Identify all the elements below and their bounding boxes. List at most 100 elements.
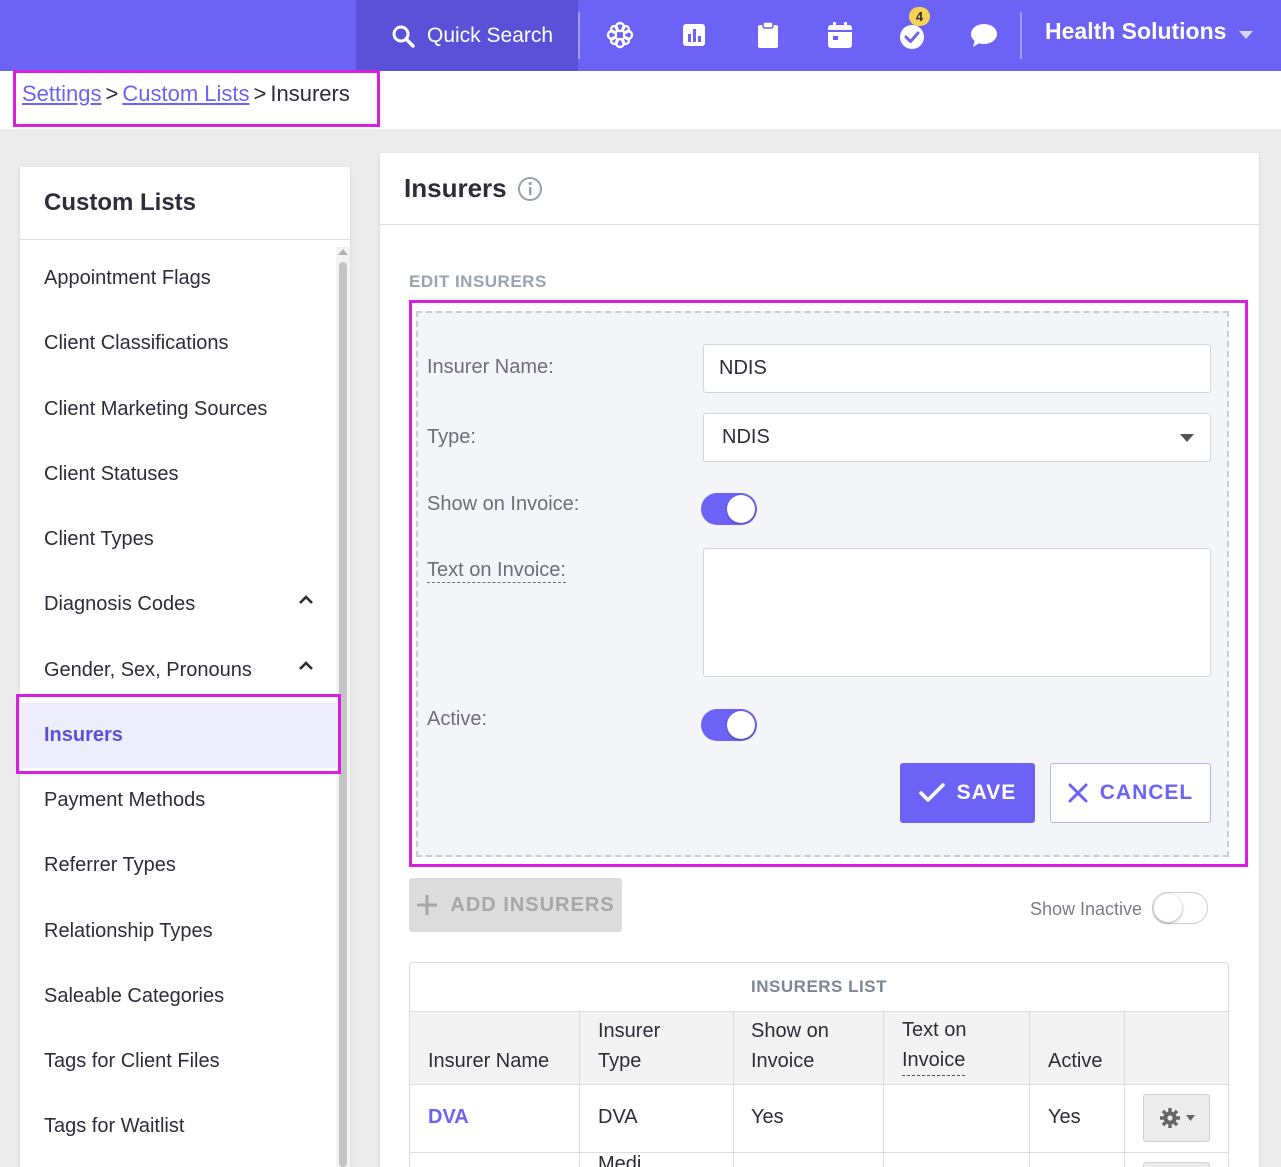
column-header-text: Text on — [902, 1019, 967, 1041]
sidebar-item-client-types[interactable]: Client Types — [20, 507, 336, 572]
scroll-up-arrow-icon[interactable] — [338, 249, 348, 255]
column-header-text: Invoice — [902, 1045, 966, 1076]
sidebar-item-payment-methods[interactable]: Payment Methods — [20, 768, 336, 833]
sidebar-item-client-classifications[interactable]: Client Classifications — [20, 311, 336, 376]
breadcrumb-settings-link[interactable]: Settings — [22, 81, 102, 106]
sidebar-item-tags-for-client-files[interactable]: Tags for Client Files — [20, 1029, 336, 1094]
sidebar-item-label: Client Classifications — [44, 332, 229, 354]
type-select[interactable]: NDIS — [703, 413, 1211, 462]
sidebar-item-label: Client Statuses — [44, 463, 179, 485]
check-icon — [918, 783, 945, 802]
sidebar-item-client-statuses[interactable]: Client Statuses — [20, 442, 336, 507]
clipboard-icon[interactable] — [753, 20, 783, 50]
sidebar-item-tags-for-waitlist[interactable]: Tags for Waitlist — [20, 1094, 336, 1159]
caret-down-icon — [1180, 434, 1194, 442]
sidebar-item-saleable-categories[interactable]: Saleable Categories — [20, 964, 336, 1029]
gear-icon — [1159, 1108, 1180, 1128]
show-inactive-label: Show Inactive — [1030, 899, 1143, 919]
row-actions-button[interactable] — [1143, 1162, 1210, 1167]
plus-icon — [417, 895, 438, 915]
sidebar-item-relationship-types[interactable]: Relationship Types — [20, 899, 336, 964]
quick-search-button[interactable]: Quick Search — [356, 0, 578, 71]
chart-icon[interactable] — [679, 20, 709, 50]
show-on-invoice-toggle[interactable] — [701, 493, 757, 525]
cell-insurer-type-partial: Medi... — [598, 1153, 659, 1167]
divider — [1020, 12, 1022, 59]
row-divider — [410, 1152, 1228, 1153]
chat-icon[interactable] — [969, 20, 999, 50]
chevron-up-icon[interactable] — [298, 660, 314, 671]
insurer-name-label: Insurer Name: — [427, 356, 554, 378]
column-header-text: Active — [1048, 1050, 1103, 1072]
toggle-knob — [727, 495, 755, 523]
sidebar-item-label: Gender, Sex, Pronouns — [44, 659, 252, 681]
cancel-button-label: CANCEL — [1099, 781, 1194, 804]
sidebar-item-label: Saleable Categories — [44, 985, 225, 1007]
column-header-text: Show on — [751, 1020, 829, 1042]
quick-search-label: Quick Search — [427, 23, 554, 47]
column-header-text-on-invoice[interactable]: Text on Invoice — [902, 1015, 966, 1076]
breadcrumb: Settings > Custom Lists > Insurers — [13, 70, 380, 127]
custom-lists-sidebar: Custom Lists Appointment Flags Client Cl… — [20, 167, 350, 1167]
add-insurers-button[interactable]: ADD INSURERS — [409, 878, 622, 932]
apps-icon[interactable] — [605, 20, 635, 50]
cell-active: Yes — [1048, 1106, 1081, 1128]
column-header-text: Invoice — [751, 1050, 815, 1072]
column-header-text: Type — [598, 1050, 642, 1072]
sidebar-item-appointment-flags[interactable]: Appointment Flags — [20, 246, 336, 311]
type-select-value: NDIS — [722, 426, 770, 448]
active-toggle[interactable] — [701, 709, 757, 741]
column-divider — [733, 1012, 734, 1167]
column-divider — [579, 1012, 580, 1167]
type-label: Type: — [427, 426, 476, 448]
sidebar-item-label: Appointment Flags — [44, 267, 211, 289]
add-insurers-label: ADD INSURERS — [450, 893, 615, 916]
text-on-invoice-textarea[interactable] — [703, 548, 1211, 677]
info-icon[interactable] — [517, 176, 543, 202]
sidebar-item-label: Diagnosis Codes — [44, 593, 196, 615]
organization-name[interactable]: Health Solutions — [1045, 18, 1226, 45]
column-header-active[interactable]: Active — [1048, 1046, 1102, 1076]
highlight-frame — [16, 694, 341, 774]
column-header-text: Insurer Name — [428, 1050, 550, 1072]
sidebar-item-label: Client Marketing Sources — [44, 398, 268, 420]
column-divider — [1124, 1012, 1125, 1167]
insurers-table: INSURERS LIST Insurer Name Insurer Type S… — [409, 962, 1229, 1167]
text-on-invoice-label: Text on Invoice: — [427, 559, 566, 583]
breadcrumb-separator: > — [253, 81, 267, 106]
active-label: Active: — [427, 708, 488, 730]
cell-insurer-name-link[interactable]: DVA — [428, 1106, 469, 1129]
save-button-label: SAVE — [956, 781, 1017, 804]
insurer-name-input[interactable] — [703, 344, 1211, 393]
show-inactive-toggle[interactable] — [1152, 892, 1208, 924]
sidebar-item-label: Tags for Waitlist — [44, 1115, 185, 1137]
sidebar-item-client-marketing-sources[interactable]: Client Marketing Sources — [20, 377, 336, 442]
close-icon — [1068, 783, 1088, 803]
edit-section-label: EDIT INSURERS — [409, 272, 547, 291]
toggle-knob — [727, 711, 755, 739]
cell-insurer-type: DVA — [598, 1106, 638, 1128]
caret-down-icon — [1185, 1115, 1195, 1121]
sidebar-item-label: Referrer Types — [44, 854, 176, 876]
sidebar-item-label: Tags for Client Files — [44, 1050, 220, 1072]
save-button[interactable]: SAVE — [900, 763, 1035, 823]
chevron-up-icon[interactable] — [298, 594, 314, 605]
sidebar-item-referrer-types[interactable]: Referrer Types — [20, 833, 336, 898]
divider — [578, 12, 580, 59]
notification-badge: 4 — [909, 7, 930, 26]
column-header-insurer-name[interactable]: Insurer Name — [428, 1046, 549, 1076]
table-title: INSURERS LIST — [410, 963, 1228, 1012]
row-actions-button[interactable] — [1143, 1094, 1210, 1142]
breadcrumb-custom-lists-link[interactable]: Custom Lists — [122, 81, 249, 106]
breadcrumb-current: Insurers — [270, 81, 350, 106]
sidebar-item-label: Payment Methods — [44, 789, 206, 811]
calendar-icon[interactable] — [825, 20, 855, 50]
column-header-show-on-invoice[interactable]: Show on Invoice — [751, 1016, 829, 1076]
sidebar-item-label: Relationship Types — [44, 920, 213, 942]
chevron-down-icon[interactable] — [1239, 31, 1253, 39]
show-on-invoice-label: Show on Invoice: — [427, 493, 580, 515]
column-header-insurer-type[interactable]: Insurer Type — [598, 1016, 660, 1076]
sidebar-item-diagnosis-codes[interactable]: Diagnosis Codes — [20, 572, 336, 637]
cancel-button[interactable]: CANCEL — [1050, 763, 1211, 823]
column-divider — [1029, 1012, 1030, 1167]
